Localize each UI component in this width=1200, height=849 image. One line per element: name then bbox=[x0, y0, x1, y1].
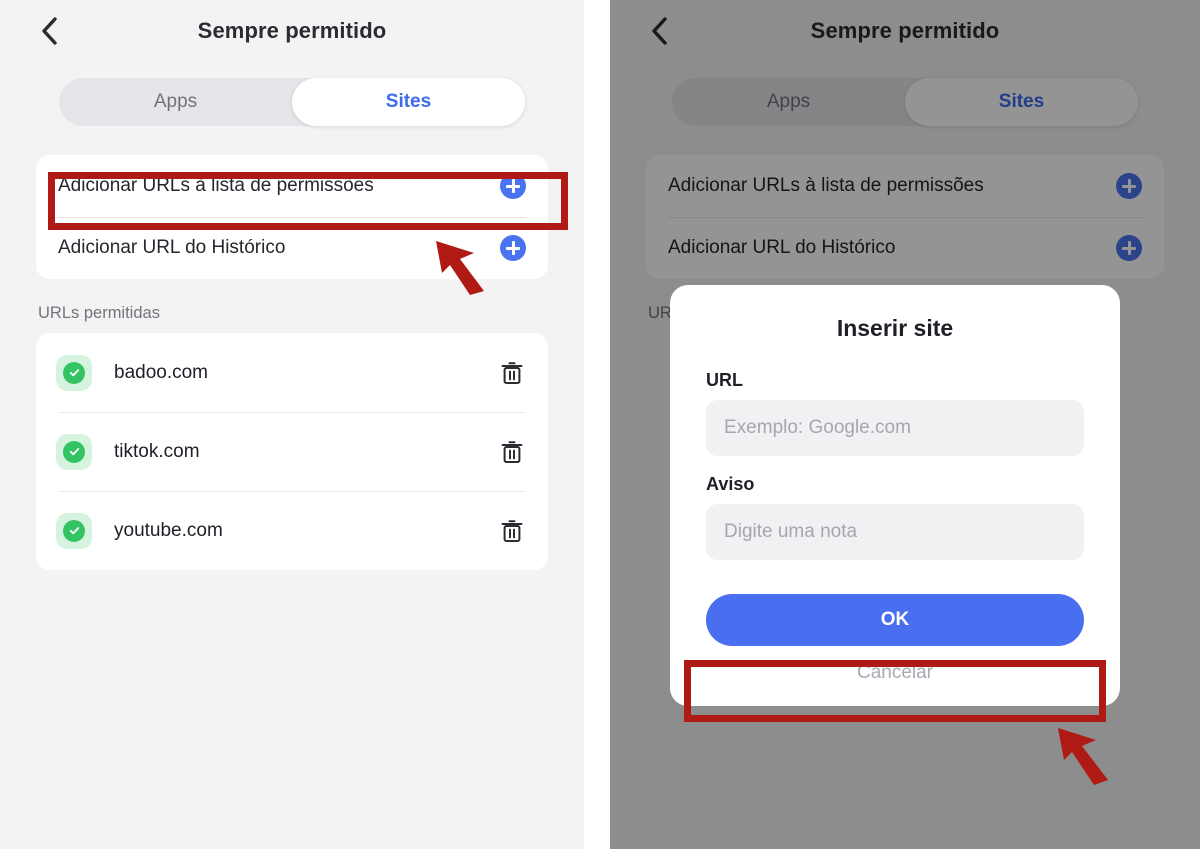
url-field-label: URL bbox=[706, 370, 743, 390]
trash-icon[interactable] bbox=[500, 360, 524, 386]
row-add-urls-allowlist[interactable]: Adicionar URLs à lista de permissões bbox=[36, 155, 548, 217]
url-label: badoo.com bbox=[114, 361, 209, 383]
page-title: Sempre permitido bbox=[197, 18, 387, 43]
row-add-url-history[interactable]: Adicionar URL do Histórico bbox=[36, 217, 548, 279]
cancel-button[interactable]: Cancelar bbox=[670, 662, 1120, 684]
list-item[interactable]: youtube.com bbox=[36, 491, 548, 570]
tab-sites[interactable]: Sites bbox=[292, 78, 525, 126]
ok-button[interactable]: OK bbox=[706, 594, 1084, 646]
url-label: tiktok.com bbox=[114, 440, 200, 462]
tab-apps[interactable]: Apps bbox=[59, 78, 292, 126]
phone-screen-left: Sempre permitido Apps Sites Adicionar UR… bbox=[0, 0, 584, 849]
list-item[interactable]: tiktok.com bbox=[36, 412, 548, 491]
plus-circle-icon[interactable] bbox=[500, 235, 526, 261]
row-label: Adicionar URL do Histórico bbox=[58, 237, 286, 258]
note-input[interactable]: Digite uma nota bbox=[706, 504, 1084, 560]
chevron-left-icon[interactable] bbox=[32, 14, 66, 48]
check-circle-icon bbox=[56, 354, 92, 391]
screenshot-stage: Sempre permitido Apps Sites Adicionar UR… bbox=[0, 0, 1200, 849]
url-label: youtube.com bbox=[114, 519, 223, 541]
navigation-bar: Sempre permitido bbox=[0, 0, 584, 62]
url-input[interactable]: Exemplo: Google.com bbox=[706, 400, 1084, 456]
plus-circle-icon[interactable] bbox=[500, 173, 526, 199]
check-circle-icon bbox=[56, 433, 92, 470]
trash-icon[interactable] bbox=[500, 439, 524, 465]
allowed-urls-section-label: URLs permitidas bbox=[38, 304, 160, 322]
trash-icon[interactable] bbox=[500, 518, 524, 544]
allowed-urls-card: badoo.com tiktok.com youtube.com bbox=[36, 333, 548, 570]
insert-site-dialog: Inserir site URL Exemplo: Google.com Avi… bbox=[670, 285, 1120, 706]
add-url-card: Adicionar URLs à lista de permissões Adi… bbox=[36, 155, 548, 279]
row-label: Adicionar URLs à lista de permissões bbox=[58, 175, 374, 196]
check-circle-icon bbox=[56, 512, 92, 549]
segmented-control: Apps Sites bbox=[59, 78, 525, 126]
list-item[interactable]: badoo.com bbox=[36, 333, 548, 412]
phone-screen-right: Sempre permitido Apps Sites Adicionar UR… bbox=[610, 0, 1200, 849]
note-field-label: Aviso bbox=[706, 474, 755, 494]
dialog-title: Inserir site bbox=[836, 315, 954, 341]
